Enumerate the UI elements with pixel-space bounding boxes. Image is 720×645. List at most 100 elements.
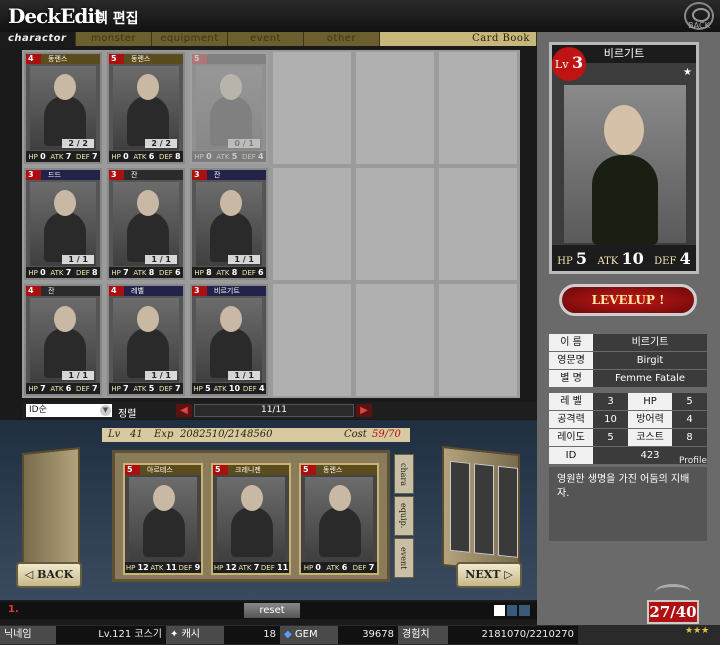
card-header-bar: [26, 170, 100, 180]
book-left-page: [22, 446, 80, 574]
card-stats: HP 7 ATK 8 DEF 6: [109, 267, 183, 278]
card-level: 4: [28, 286, 34, 295]
info-row-level-hp: 레 벨 3 HP 5: [549, 393, 707, 410]
next-arrow-icon: ▷: [500, 568, 513, 581]
reset-button[interactable]: reset: [244, 603, 300, 618]
card-art: [196, 182, 262, 266]
card-count: 1 / 1: [228, 255, 260, 264]
sort-select[interactable]: ID순 ▼: [26, 404, 112, 417]
page-subtitle: 덱 편집: [95, 11, 139, 27]
card-art: [30, 66, 96, 150]
mini-card[interactable]: [450, 460, 470, 553]
tab-card-book[interactable]: Card Book: [380, 32, 537, 46]
info-row-english-name: 영문명 Birgit: [549, 352, 707, 369]
card-level: 4: [111, 286, 117, 295]
tab-equipment[interactable]: equipment: [152, 32, 228, 46]
tab-charactor[interactable]: charactor: [0, 32, 76, 46]
book-right-page: [442, 445, 520, 575]
card-slot[interactable]: [273, 168, 351, 280]
profile-label: Profile: [679, 456, 707, 466]
deck-exp-label: Exp: [154, 429, 174, 440]
card-stats: HP 0 ATK 6 DEF 7: [301, 562, 377, 573]
card-header-bar: [26, 286, 100, 296]
levelup-button[interactable]: LEVELUP !: [559, 284, 697, 316]
character-card[interactable]: 3 드드 1 / 1 HP 0 ATK 7 DEF 8: [24, 168, 102, 280]
card-level: 5: [215, 465, 221, 474]
back-button[interactable]: ◁ BACK: [16, 562, 82, 588]
deck-card[interactable]: 5 아르테스 HP 12 ATK 11 DEF 9: [123, 463, 203, 575]
deck-lv-value: 41: [130, 429, 143, 440]
prev-page-button[interactable]: ◀: [176, 404, 192, 417]
card-count: 1 / 1: [145, 371, 177, 380]
card-art: [30, 182, 96, 266]
profile-text: 영원한 생명을 가진 어둠의 지배자.: [549, 467, 707, 541]
nickname-label: 닉네임: [0, 626, 56, 644]
gem-label: ◆ GEM: [280, 626, 338, 644]
character-card[interactable]: 3 잔 1 / 1 HP 8 ATK 8 DEF 6: [190, 168, 268, 280]
card-slot[interactable]: [273, 52, 351, 164]
tab-monster[interactable]: monster: [76, 32, 152, 46]
card-slot[interactable]: [356, 284, 434, 396]
card-name: 레벨: [131, 287, 144, 295]
info-row-name: 이 름 비르기트: [549, 334, 707, 351]
character-card[interactable]: 4 동렌스 2 / 2 HP 0 ATK 7 DEF 7: [24, 52, 102, 164]
back-top-button[interactable]: BACK: [684, 2, 714, 30]
card-name: 드드: [48, 171, 61, 179]
card-detail-panel: 비르기트 Lv 3 ★ HP 5 ATK 10 DEF 4 LEVELUP ! …: [537, 32, 720, 636]
deck-card[interactable]: 5 동렌스 HP 0 ATK 6 DEF 7: [299, 463, 379, 575]
card-name: 잔: [214, 171, 221, 179]
next-page-button[interactable]: ▶: [356, 404, 372, 417]
card-slot[interactable]: [356, 52, 434, 164]
card-stats: HP 12 ATK 7 DEF 11: [213, 562, 289, 573]
chevron-down-icon: ▼: [100, 405, 111, 416]
character-card[interactable]: 3 잔 1 / 1 HP 7 ATK 8 DEF 6: [107, 168, 185, 280]
card-art: [196, 66, 262, 150]
character-card[interactable]: 4 잔 1 / 1 HP 7 ATK 6 DEF 7: [24, 284, 102, 396]
card-slot[interactable]: [356, 168, 434, 280]
cash-value: 18: [224, 626, 280, 644]
card-count: 0 / 1: [228, 139, 260, 148]
tab-other[interactable]: other: [304, 32, 380, 46]
card-stats: HP 12 ATK 11 DEF 9: [125, 562, 201, 573]
card-art: [217, 477, 285, 561]
tab-event[interactable]: event: [228, 32, 304, 46]
character-card[interactable]: 4 레벨 1 / 1 HP 7 ATK 5 DEF 7: [107, 284, 185, 396]
card-art: [129, 477, 197, 561]
card-count: 1 / 1: [62, 371, 94, 380]
next-button[interactable]: NEXT ▷: [456, 562, 522, 588]
card-slot[interactable]: [439, 168, 517, 280]
side-tab-equip[interactable]: equip.: [394, 496, 414, 536]
mini-card[interactable]: [498, 465, 518, 558]
detail-card: 비르기트 Lv 3 ★ HP 5 ATK 10 DEF 4: [549, 42, 699, 274]
card-slot[interactable]: [439, 284, 517, 396]
gem-value: 39678: [338, 626, 398, 644]
character-card[interactable]: 3 비르기트 1 / 1 HP 5 ATK 10 DEF 4: [190, 284, 268, 396]
view-toggle[interactable]: [494, 605, 531, 616]
card-stats: HP 7 ATK 5 DEF 7: [109, 383, 183, 394]
deck-info-bar: Lv 41 Exp 2082510/2148560 Cost 59/70: [102, 428, 410, 442]
detail-card-level: Lv 3: [552, 47, 586, 81]
card-slot[interactable]: [273, 284, 351, 396]
card-level: 5: [111, 54, 117, 63]
deck-cost-label: Cost: [344, 429, 367, 440]
card-count: 1 / 1: [145, 255, 177, 264]
card-slot[interactable]: [439, 52, 517, 164]
nickname-value: Lv.121 코스기: [56, 626, 166, 644]
character-card[interactable]: 5 0 / 1 HP 0 ATK 5 DEF 4: [190, 52, 268, 164]
card-art: [196, 298, 262, 382]
card-level: 3: [194, 286, 200, 295]
card-level: 5: [194, 54, 200, 63]
side-tab-chara[interactable]: chara: [394, 454, 414, 494]
card-art: [305, 477, 373, 561]
deck-frame: 5 아르테스 HP 12 ATK 11 DEF 9 5 크레니젠 HP 12 ATK 7 DEF …: [112, 450, 390, 582]
sort-order-label[interactable]: 정렬: [118, 405, 136, 420]
card-stats: HP 7 ATK 6 DEF 7: [26, 383, 100, 394]
deck-lv-label: Lv: [108, 429, 121, 440]
card-level: 3: [28, 170, 34, 179]
deck-card[interactable]: 5 크레니젠 HP 12 ATK 7 DEF 11: [211, 463, 291, 575]
side-tab-event[interactable]: event: [394, 538, 414, 578]
mini-card[interactable]: [474, 463, 494, 556]
character-card[interactable]: 5 동렌스 2 / 2 HP 0 ATK 6 DEF 8: [107, 52, 185, 164]
card-level: 4: [28, 54, 34, 63]
card-level: 5: [127, 465, 133, 474]
